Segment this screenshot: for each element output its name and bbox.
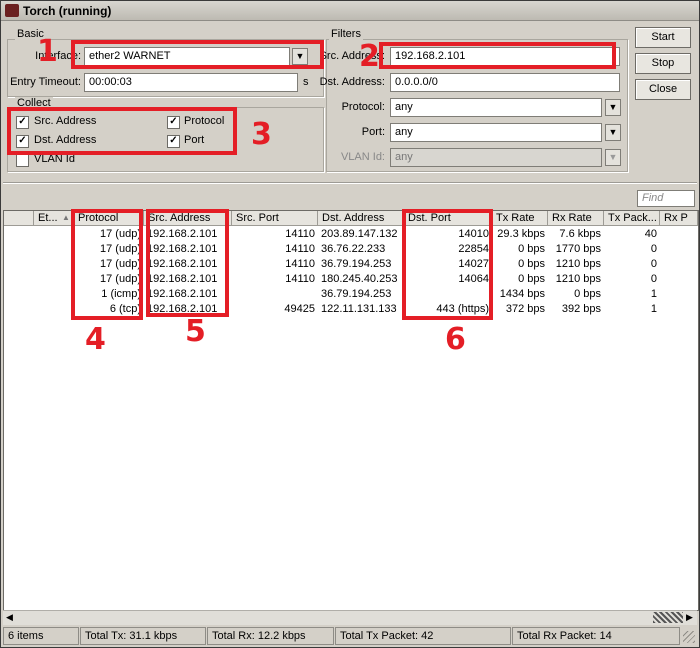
annotation-number-5: 5: [185, 314, 206, 349]
column-header-src-port[interactable]: Src. Port: [232, 211, 318, 226]
cell-tx-packets: 1: [650, 288, 657, 300]
column-header-tx-rate[interactable]: Tx Rate: [492, 211, 548, 226]
cell-rx-rate: 1210 bps: [555, 273, 601, 285]
cell-tx-packets: 0: [650, 243, 657, 255]
cell-eth: [34, 242, 74, 257]
annotation-number-3: 3: [251, 117, 272, 152]
close-button[interactable]: Close: [635, 79, 691, 100]
cell-rx-rate: 1210 bps: [555, 258, 601, 270]
status-total-rx-packet: Total Rx Packet: 14: [512, 627, 680, 645]
cell-eth: [34, 257, 74, 272]
entry-timeout-label: Entry Timeout:: [10, 76, 81, 88]
column-header-blank: [4, 211, 34, 226]
column-header-rx-packets[interactable]: Rx P: [660, 211, 698, 226]
cell-tx-packets: 0: [650, 273, 657, 285]
resize-grip-icon[interactable]: [683, 631, 695, 643]
cell-rx-packets: [660, 242, 698, 257]
horizontal-scrollbar[interactable]: ◀ ▶: [3, 610, 697, 625]
cell-tx-packets: 1: [650, 303, 657, 315]
status-total-rx: Total Rx: 12.2 kbps: [207, 627, 334, 645]
cell-dst-address: 122.11.131.133: [321, 303, 397, 315]
cell-tx-packets: 0: [650, 258, 657, 270]
find-input[interactable]: Find: [637, 190, 695, 207]
annotation-box-1: [71, 40, 324, 69]
cell-tx-rate: 0 bps: [518, 243, 545, 255]
separator: [3, 182, 697, 184]
torch-window: Torch (running) Basic Interface: ether2 …: [0, 0, 700, 648]
dst-address-filter-input[interactable]: 0.0.0.0/0: [390, 73, 620, 92]
cell-dst-address: 180.245.40.253: [321, 273, 398, 285]
annotation-box-5: [146, 209, 229, 317]
title-bar[interactable]: Torch (running): [1, 1, 699, 21]
cell-dst-address: 36.79.194.253: [321, 258, 392, 270]
vlan-id-filter-label: VLAN Id:: [340, 151, 385, 163]
cell-src-port: 14110: [285, 243, 315, 255]
vlan-id-checkbox[interactable]: [16, 154, 29, 167]
cell-eth: [34, 287, 74, 302]
annotation-box-6: [402, 209, 493, 320]
cell-dst-address: 36.79.194.253: [321, 288, 392, 300]
annotation-number-6: 6: [445, 322, 466, 357]
vlan-id-filter-select: any: [390, 148, 602, 167]
cell-rx-rate: 1770 bps: [555, 243, 601, 255]
status-total-tx-packet: Total Tx Packet: 42: [335, 627, 511, 645]
vlan-id-dropdown-button: ▼: [605, 149, 621, 166]
cell-rx-rate: 392 bps: [561, 303, 601, 315]
annotation-box-2: [379, 42, 616, 69]
cell-src-port: 49425: [284, 303, 315, 315]
column-header-dst-address[interactable]: Dst. Address: [318, 211, 404, 226]
cell-rx-packets: [660, 227, 698, 242]
annotation-number-4: 4: [85, 322, 106, 357]
cell-tx-rate: 0 bps: [518, 258, 545, 270]
cell-rx-packets: [660, 272, 698, 287]
cell-eth: [34, 272, 74, 287]
app-icon: [5, 4, 19, 17]
cell-rx-packets: [660, 287, 698, 302]
annotation-box-3: [7, 107, 237, 155]
cell-rx-packets: [660, 302, 698, 317]
column-header-rx-rate[interactable]: Rx Rate: [548, 211, 604, 226]
scroll-thumb[interactable]: [653, 612, 683, 623]
start-button[interactable]: Start: [635, 27, 691, 48]
annotation-box-4: [71, 209, 143, 320]
filters-group-label: Filters: [329, 28, 363, 40]
cell-tx-rate: 29.3 kbps: [497, 228, 545, 240]
cell-src-port: 14110: [285, 258, 315, 270]
column-header-tx-packets[interactable]: Tx Pack...: [604, 211, 660, 226]
protocol-dropdown-button[interactable]: ▼: [605, 99, 621, 116]
annotation-number-2: 2: [359, 39, 380, 74]
cell-tx-rate: 372 bps: [505, 303, 545, 315]
cell-dst-address: 36.76.22.233: [321, 243, 386, 255]
status-items-count: 6 items: [3, 627, 79, 645]
cell-dst-address: 203.89.147.132: [321, 228, 398, 240]
protocol-filter-select[interactable]: any: [390, 98, 602, 117]
cell-tx-rate: 1434 bps: [499, 288, 545, 300]
cell-tx-rate: 0 bps: [518, 273, 545, 285]
cell-rx-rate: 0 bps: [574, 288, 601, 300]
scroll-right-arrow-icon[interactable]: ▶: [686, 612, 693, 623]
port-dropdown-button[interactable]: ▼: [605, 124, 621, 141]
cell-eth: [34, 227, 74, 242]
cell-rx-packets: [660, 257, 698, 272]
status-total-tx: Total Tx: 31.1 kbps: [80, 627, 206, 645]
cell-eth: [34, 302, 74, 317]
dst-address-filter-label: Dst. Address:: [319, 76, 385, 88]
protocol-filter-label: Protocol:: [341, 101, 385, 113]
annotation-number-1: 1: [37, 34, 58, 69]
port-filter-label: Port:: [361, 126, 385, 138]
stop-button[interactable]: Stop: [635, 53, 691, 74]
window-title: Torch (running): [23, 4, 112, 18]
cell-tx-packets: 40: [644, 228, 657, 240]
port-filter-select[interactable]: any: [390, 123, 602, 142]
cell-src-port: 14110: [285, 228, 315, 240]
cell-src-port: 14110: [285, 273, 315, 285]
cell-src-port: [232, 287, 318, 302]
scroll-left-arrow-icon[interactable]: ◀: [6, 612, 13, 623]
sort-arrow-icon: ▲: [62, 213, 70, 222]
cell-rx-rate: 7.6 kbps: [559, 228, 601, 240]
entry-timeout-input[interactable]: 00:00:03: [84, 73, 298, 92]
